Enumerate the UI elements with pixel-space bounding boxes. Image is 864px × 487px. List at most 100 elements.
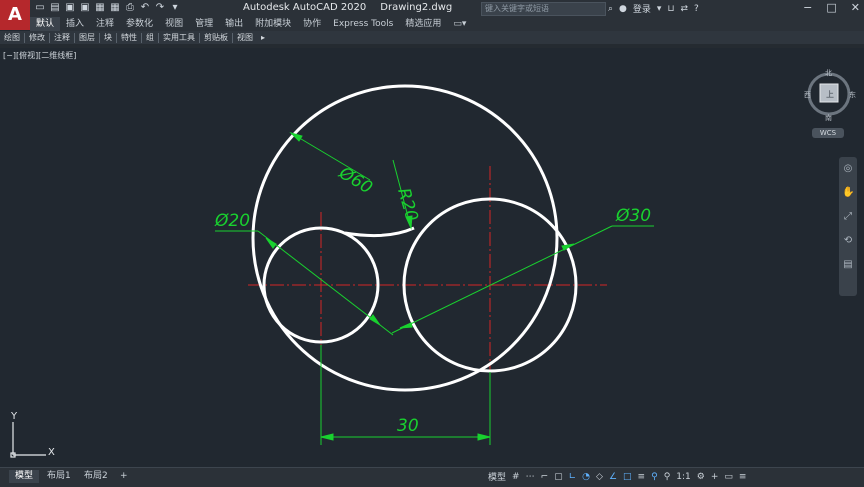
isodraft-icon[interactable]: ◇ [596,472,603,482]
layout-tab-layout2[interactable]: 布局2 [78,470,114,483]
snap-icon[interactable]: ⋯ [526,472,535,482]
panel-expand-icon[interactable]: ▸ [257,33,269,42]
ribbon-panel-8[interactable]: 剪贴板 [200,32,232,43]
ribbon-panel-2[interactable]: 注释 [50,32,74,43]
annotation-monitor-icon[interactable]: + [711,472,719,482]
ribbon-tab-6[interactable]: 输出 [219,17,249,31]
d30-leader-line [391,225,613,334]
d30-arrowhead-inner [399,322,413,329]
annotation-scale[interactable]: 1:1 [676,472,690,482]
annotation-visibility-icon[interactable]: ⚲ [651,472,658,482]
object-snap-tracking-icon[interactable]: ∠ [609,472,617,482]
layout-tab-model[interactable]: 模型 [9,470,40,483]
ortho-icon[interactable]: ∟ [569,472,577,482]
cart-icon[interactable]: ⊔ [667,4,674,14]
ribbon-tab-bar: 默认 插入 注释 参数化 视图 管理 输出 附加模块 协作 Express Tools 精选应用 ▭▾ [30,17,864,31]
quick-access-toolbar: ▭ ▤ ▣ ▣ ▦ ▦ ⎙ ↶ ↷ ▾ [34,2,181,14]
model-space-toggle[interactable]: 模型 [488,470,506,483]
viewcube-east: 东 [849,90,856,99]
ribbon-panel-5[interactable]: 特性 [117,32,141,43]
ribbon-panel-7[interactable]: 实用工具 [159,32,199,43]
r20-dimension-text[interactable]: R20 [393,186,421,224]
ucs-icon [10,422,46,458]
dynamic-input-icon[interactable]: ▢ [554,472,563,482]
d20-dimension-text[interactable]: Ø20 [214,211,250,231]
viewcube[interactable]: 上 北 南 西 东 [804,69,856,122]
zoom-extents-icon[interactable]: ⤢ [842,211,854,223]
infer-constraints-icon[interactable]: ⌐ [541,472,549,482]
ribbon-panel-0[interactable]: 绘图 [0,32,24,43]
linear-dimension-text[interactable]: 30 [397,416,419,436]
new-icon[interactable]: ▭ [34,2,46,14]
ribbon-tab-5[interactable]: 管理 [189,17,219,31]
drawing-canvas[interactable]: Ø60 R20 Ø20 Ø30 30 Y X 上 北 南 西 东 [0,0,864,486]
polar-tracking-icon[interactable]: ◔ [582,472,590,482]
showmotion-icon[interactable]: ▤ [842,259,854,271]
ribbon-tab-0[interactable]: 默认 [30,17,61,31]
ribbon-tab-8[interactable]: 协作 [297,17,327,31]
login-dropdown-icon[interactable]: ▾ [657,4,662,14]
ribbon-panel-bar: 绘图 修改 注释 图层块特性组实用工具 剪贴板 视图 ▸ [0,31,864,45]
ribbon-panel-3[interactable]: 图层 [75,32,99,43]
plot-icon[interactable]: ⎙ [124,2,136,14]
d30-dimension-text[interactable]: Ø30 [615,206,651,226]
viewcube-north: 北 [825,69,832,77]
ribbon-tab-7[interactable]: 附加模块 [249,17,297,31]
fillet-arc-r20[interactable] [344,226,415,238]
qat-dropdown-icon[interactable]: ▾ [169,2,181,14]
ribbon-panel-9[interactable]: 视图 [233,32,257,43]
save-icon[interactable]: ▣ [64,2,76,14]
d20-arrowhead-inner [369,314,381,326]
maximize-icon[interactable]: □ [826,1,836,14]
steering-wheel-icon[interactable]: ◎ [842,163,854,175]
orbit-icon[interactable]: ⟲ [842,235,854,247]
add-layout-icon[interactable]: + [114,470,134,483]
ribbon-panel-1[interactable]: 修改 [25,32,49,43]
linear-arrow-right [477,433,491,441]
redo-icon[interactable]: ↷ [154,2,166,14]
layout-tab-bar: 模型 布局1 布局2 + 模型 # ⋯ ⌐ ▢ ∟ ◔ ◇ ∠ □ ≡ ⚲ ⚲ … [0,467,864,487]
ribbon-tab-3[interactable]: 参数化 [120,17,159,31]
document-title: Drawing2.dwg [380,2,453,13]
customization-icon[interactable]: ≡ [739,472,747,482]
ribbon-tab-4[interactable]: 视图 [159,17,189,31]
help-icon[interactable]: ? [694,4,699,14]
ribbon-tab-10[interactable]: 精选应用 [399,17,447,31]
save-as-icon[interactable]: ▣ [79,2,91,14]
open-icon[interactable]: ▤ [49,2,61,14]
web-save-icon[interactable]: ▦ [109,2,121,14]
status-bar: 模型 # ⋯ ⌐ ▢ ∟ ◔ ◇ ∠ □ ≡ ⚲ ⚲ 1:1 ⚙ + ▭ ≡ [488,470,747,484]
pan-icon[interactable]: ✋ [842,187,854,199]
undo-icon[interactable]: ↶ [139,2,151,14]
ribbon-panel-6[interactable]: 组 [142,32,158,43]
ribbon-panel-4[interactable]: 块 [100,32,116,43]
grid-icon[interactable]: # [512,472,520,482]
user-icon[interactable]: ● [619,4,627,14]
object-snap-icon[interactable]: □ [623,472,632,482]
login-link[interactable]: 登录 [633,2,651,15]
ucs-x-label: X [48,447,55,458]
close-icon[interactable]: ✕ [851,1,860,14]
d60-dimension-text[interactable]: Ø60 [335,163,376,199]
d20-arrowhead-outer [265,237,277,249]
auto-scale-icon[interactable]: ⚲ [664,472,671,482]
units-icon[interactable]: ▭ [724,472,733,482]
application-menu-button[interactable]: A [0,0,30,30]
viewport-controls-label[interactable]: [−][俯视][二维线框] [3,50,76,61]
wcs-menu[interactable]: WCS [812,128,844,138]
help-search-input[interactable]: 键入关键字或短语 [481,2,606,16]
outer-circle-d60[interactable] [251,84,559,392]
linear-arrow-left [320,433,334,441]
layout-tab-layout1[interactable]: 布局1 [41,470,77,483]
workspace-gear-icon[interactable]: ⚙ [697,472,705,482]
exchange-icon[interactable]: ⇄ [680,4,688,14]
lineweight-icon[interactable]: ≡ [638,472,646,482]
binoculars-search-icon[interactable]: ⌕ [608,4,613,14]
ribbon-display-toggle-icon[interactable]: ▭▾ [447,17,472,31]
web-open-icon[interactable]: ▦ [94,2,106,14]
ribbon-tab-9[interactable]: Express Tools [327,17,399,31]
ribbon-tab-1[interactable]: 插入 [60,17,90,31]
minimize-icon[interactable]: − [803,1,812,14]
file-tab-strip [0,44,864,48]
ribbon-tab-2[interactable]: 注释 [90,17,120,31]
